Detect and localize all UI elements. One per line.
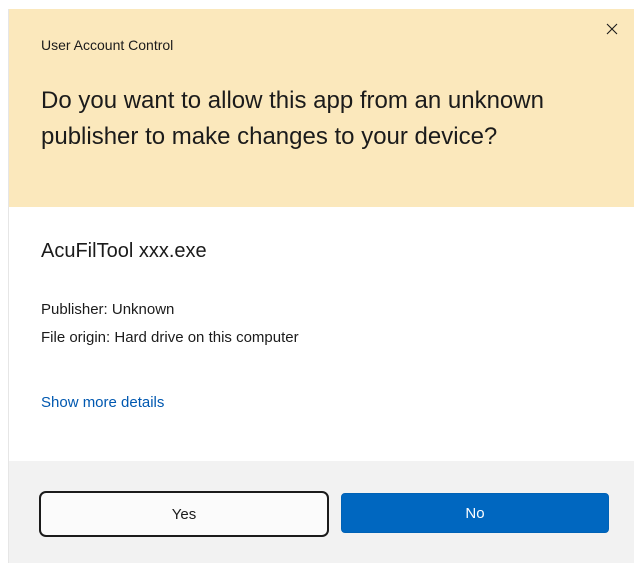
file-origin-info: File origin: Hard drive on this computer: [41, 329, 299, 346]
yes-button[interactable]: Yes: [39, 491, 329, 537]
app-name: AcuFilTool xxx.exe: [41, 240, 207, 262]
show-more-details-link[interactable]: Show more details: [41, 394, 164, 411]
dialog-footer: Yes No: [9, 461, 634, 563]
uac-dialog: User Account Control Do you want to allo…: [8, 9, 634, 563]
close-icon: [606, 23, 618, 35]
dialog-header: User Account Control Do you want to allo…: [9, 9, 634, 207]
no-button[interactable]: No: [341, 493, 609, 533]
close-button[interactable]: [589, 9, 634, 49]
publisher-info: Publisher: Unknown: [41, 301, 175, 318]
dialog-title: User Account Control: [41, 37, 174, 53]
dialog-body: AcuFilTool xxx.exe Publisher: Unknown Fi…: [9, 207, 634, 461]
prompt-question: Do you want to allow this app from an un…: [41, 87, 544, 150]
